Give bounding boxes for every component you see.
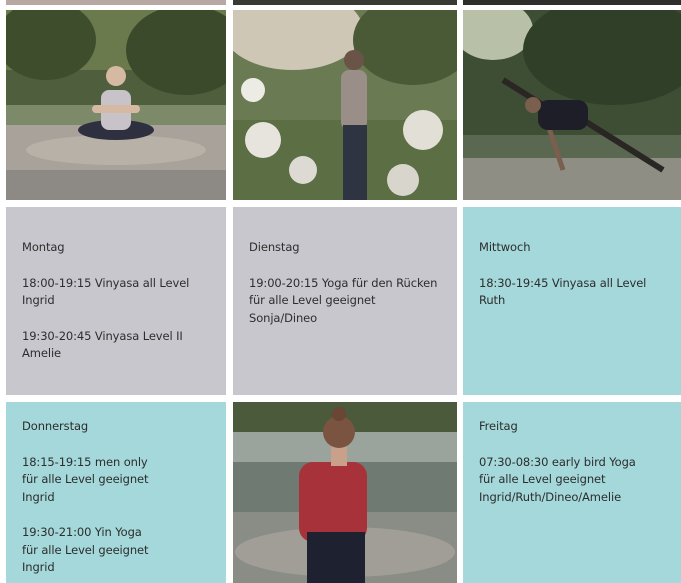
class-time-title: 19:30-20:45 Vinyasa Level II [22, 328, 183, 343]
class-level: für alle Level geeignet [479, 472, 606, 486]
class-time-title: 18:15-19:15 men only [22, 454, 148, 469]
yoga-photo-side-plank [463, 10, 681, 200]
class-teacher: Ingrid [22, 293, 55, 307]
class-time-title: 19:00-20:15 Yoga für den Rücken [249, 275, 438, 290]
class-time-title: 07:30-08:30 early bird Yoga [479, 454, 636, 469]
schedule-card-freitag: Freitag 07:30-08:30 early bird Yoga für … [463, 402, 681, 583]
class-teacher: Sonja/Dineo [249, 310, 318, 325]
day-title-mittwoch: Mittwoch [479, 240, 531, 254]
class-entry: 18:30-19:45 Vinyasa all Level Ruth [479, 275, 667, 310]
day-title-montag: Montag [22, 240, 65, 254]
class-teacher: Ingrid [22, 489, 55, 504]
schedule-card-donnerstag: Donnerstag 18:15-19:15 men only für alle… [6, 402, 226, 583]
class-level: für alle Level geeignet [22, 542, 149, 557]
class-entry: 18:15-19:15 men only für alle Level geei… [22, 454, 212, 507]
class-entry: 18:00-19:15 Vinyasa all Level Ingrid [22, 275, 212, 310]
class-entry: 07:30-08:30 early bird Yoga für alle Lev… [479, 454, 667, 507]
class-teacher: Ingrid [22, 560, 55, 574]
yoga-photo-meadow [233, 10, 457, 200]
class-entry: 19:30-20:45 Vinyasa Level II Amelie [22, 328, 212, 363]
class-teacher: Amelie [22, 346, 62, 360]
day-title-donnerstag: Donnerstag [22, 419, 89, 433]
top-photo-strip-left [6, 0, 226, 5]
class-entry: 19:30-21:00 Yin Yoga für alle Level geei… [22, 524, 212, 577]
class-level: für alle Level geeignet [249, 293, 376, 307]
class-time-title: 18:30-19:45 Vinyasa all Level [479, 275, 647, 290]
schedule-card-mittwoch: Mittwoch 18:30-19:45 Vinyasa all Level R… [463, 207, 681, 395]
day-title-freitag: Freitag [479, 419, 518, 433]
class-teacher: Ingrid/Ruth/Dineo/Amelie [479, 489, 622, 504]
yoga-photo-back-view [233, 402, 457, 583]
top-photo-strip-middle [233, 0, 457, 5]
top-photo-strip-right [463, 0, 681, 5]
class-time-title: 19:30-21:00 Yin Yoga [22, 525, 142, 539]
class-teacher: Ruth [479, 293, 506, 307]
day-title-dienstag: Dienstag [249, 240, 300, 254]
schedule-card-dienstag: Dienstag 19:00-20:15 Yoga für den Rücken… [233, 207, 457, 395]
class-level: für alle Level geeignet [22, 472, 149, 486]
class-entry: 19:00-20:15 Yoga für den Rücken für alle… [249, 275, 443, 328]
class-time-title: 18:00-19:15 Vinyasa all Level [22, 275, 190, 290]
yoga-photo-meditation [6, 10, 226, 200]
yoga-schedule-page: Montag 18:00-19:15 Vinyasa all Level Ing… [0, 0, 681, 583]
schedule-card-montag: Montag 18:00-19:15 Vinyasa all Level Ing… [6, 207, 226, 395]
